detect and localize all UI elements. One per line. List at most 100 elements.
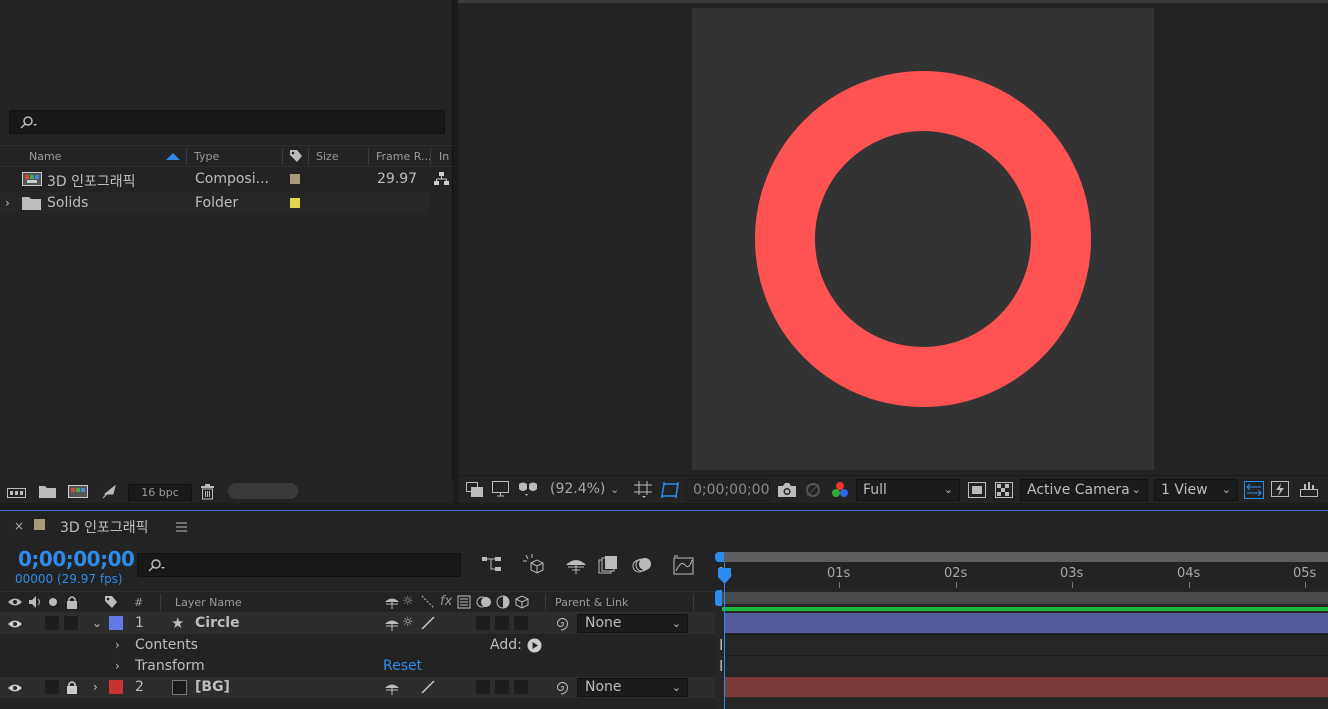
- view-layout-dropdown[interactable]: 1 View ⌄: [1154, 479, 1238, 501]
- parent-dropdown[interactable]: None ⌄: [577, 614, 688, 633]
- shy-icon[interactable]: [384, 681, 400, 695]
- expand-chevron-icon[interactable]: ›: [5, 196, 10, 210]
- collapse-chevron-icon[interactable]: ⌄: [92, 616, 102, 630]
- reset-link[interactable]: Reset: [383, 658, 422, 674]
- color-channel-icon[interactable]: [831, 481, 849, 499]
- layer-name[interactable]: [BG]: [195, 679, 230, 695]
- region-of-interest-icon[interactable]: [661, 481, 681, 499]
- motion-blur-switch[interactable]: [476, 680, 490, 694]
- graph-editor-icon[interactable]: [673, 555, 695, 575]
- fast-draft-icon[interactable]: [1271, 481, 1291, 499]
- expand-chevron-icon[interactable]: ›: [115, 659, 120, 673]
- new-folder-icon[interactable]: [39, 485, 56, 498]
- col-frame-rate[interactable]: Frame R...: [376, 150, 432, 163]
- comp-flowchart-icon[interactable]: [481, 555, 503, 575]
- layer-bar-bg[interactable]: [724, 677, 1328, 697]
- audio-icon[interactable]: [28, 595, 42, 609]
- shy-layers-icon[interactable]: [565, 555, 587, 575]
- col-name[interactable]: Name: [29, 150, 61, 163]
- layer-bar-circle[interactable]: [724, 613, 1328, 633]
- trash-icon[interactable]: [200, 483, 215, 500]
- adjustment-switch[interactable]: [495, 616, 509, 630]
- monitor-icon[interactable]: [492, 481, 510, 497]
- parent-dropdown[interactable]: None ⌄: [577, 678, 688, 697]
- show-snapshot-icon[interactable]: [804, 481, 822, 499]
- layer-name[interactable]: Circle: [195, 615, 240, 631]
- pickwhip-icon[interactable]: [555, 680, 570, 695]
- pickwhip-icon[interactable]: [555, 616, 570, 631]
- zoom-level-dropdown[interactable]: (92.4%): [550, 481, 605, 497]
- zoom-chevron-down-icon[interactable]: ⌄: [610, 483, 619, 496]
- grid-guides-icon[interactable]: [634, 481, 654, 499]
- eye-icon[interactable]: [8, 683, 22, 693]
- camera-view-dropdown[interactable]: Active Camera ⌄: [1020, 479, 1148, 501]
- expand-chevron-icon[interactable]: ›: [115, 638, 120, 652]
- work-area-bar[interactable]: [722, 552, 1328, 562]
- work-area-start-handle[interactable]: [715, 552, 724, 562]
- draft-3d-icon[interactable]: [522, 553, 546, 577]
- label-tag-icon[interactable]: [289, 149, 303, 163]
- layer-label-color[interactable]: [109, 680, 123, 694]
- col-layer-name[interactable]: Layer Name: [175, 596, 242, 609]
- timeline-search-input[interactable]: [137, 553, 461, 577]
- col-in[interactable]: In: [439, 150, 449, 163]
- project-item-folder[interactable]: › Solids Folder: [0, 192, 430, 214]
- lock-icon[interactable]: [66, 680, 78, 694]
- flowchart-view-icon[interactable]: [1300, 481, 1320, 499]
- quality-icon[interactable]: [421, 680, 435, 694]
- panel-menu-icon[interactable]: [176, 522, 187, 532]
- property-row-contents[interactable]: › Contents Add:: [0, 635, 715, 656]
- new-composition-icon[interactable]: [68, 484, 88, 499]
- horizontal-scrollbar[interactable]: [228, 483, 298, 499]
- viewer-timecode[interactable]: 0;00;00;00: [686, 479, 770, 501]
- collapse-transform-icon[interactable]: ☼: [402, 594, 414, 609]
- lock-icon[interactable]: [66, 595, 78, 609]
- close-icon[interactable]: ×: [14, 519, 24, 533]
- layer-row-bg[interactable]: › 2 [BG] None ⌄: [0, 677, 715, 698]
- project-settings-icon[interactable]: [101, 484, 119, 500]
- snapshot-camera-icon[interactable]: [777, 482, 797, 498]
- layer-row-circle[interactable]: ⌄ 1 ★ Circle ☼ None ⌄: [0, 613, 715, 634]
- quality-icon[interactable]: [421, 595, 435, 609]
- project-search-input[interactable]: [9, 110, 445, 134]
- collapse-transform-icon[interactable]: ☼: [402, 615, 414, 630]
- expand-chevron-icon[interactable]: ›: [93, 680, 98, 694]
- 3d-switch[interactable]: [514, 616, 528, 630]
- solo-switch[interactable]: [45, 616, 59, 630]
- project-item-composition[interactable]: 3D 인포그래픽 Composi... 29.97: [0, 168, 449, 190]
- playhead-line[interactable]: [724, 562, 725, 709]
- adjustment-layer-icon[interactable]: [496, 595, 510, 609]
- shy-icon[interactable]: [384, 617, 400, 631]
- solo-switch[interactable]: [45, 680, 59, 694]
- fast-previews-icon[interactable]: [968, 482, 986, 498]
- mask-visibility-icon[interactable]: [518, 481, 540, 497]
- frame-blending-icon[interactable]: [598, 555, 618, 575]
- navigator-handle[interactable]: [715, 590, 722, 606]
- frame-blend-icon[interactable]: [457, 595, 471, 609]
- sort-ascending-icon[interactable]: [166, 153, 180, 160]
- transparency-grid-icon[interactable]: [995, 482, 1013, 498]
- col-parent-link[interactable]: Parent & Link: [555, 596, 628, 609]
- 3d-switch[interactable]: [514, 680, 528, 694]
- solo-icon[interactable]: [48, 597, 58, 607]
- motion-blur-switch[interactable]: [476, 616, 490, 630]
- property-row-transform[interactable]: › Transform Reset: [0, 656, 715, 677]
- toggle-view-options-icon[interactable]: [1244, 481, 1264, 499]
- interpret-footage-icon[interactable]: [7, 485, 27, 499]
- col-type[interactable]: Type: [194, 150, 219, 163]
- eye-icon[interactable]: [8, 597, 22, 607]
- eye-icon[interactable]: [8, 619, 22, 629]
- always-preview-icon[interactable]: [466, 482, 484, 498]
- motion-blur-switch-icon[interactable]: [476, 595, 492, 609]
- adjustment-switch[interactable]: [495, 680, 509, 694]
- 3d-layer-icon[interactable]: [515, 595, 529, 609]
- playhead-handle-icon[interactable]: [718, 568, 731, 584]
- ring-shape-layer[interactable]: [692, 8, 1154, 470]
- flowchart-icon[interactable]: [433, 171, 450, 187]
- resolution-dropdown[interactable]: Full ⌄: [856, 479, 960, 501]
- bit-depth-button[interactable]: 16 bpc: [128, 484, 192, 501]
- effects-fx-icon[interactable]: fx: [440, 594, 452, 609]
- composition-canvas[interactable]: [692, 8, 1154, 470]
- lock-switch[interactable]: [64, 616, 78, 630]
- motion-blur-icon[interactable]: [632, 555, 652, 575]
